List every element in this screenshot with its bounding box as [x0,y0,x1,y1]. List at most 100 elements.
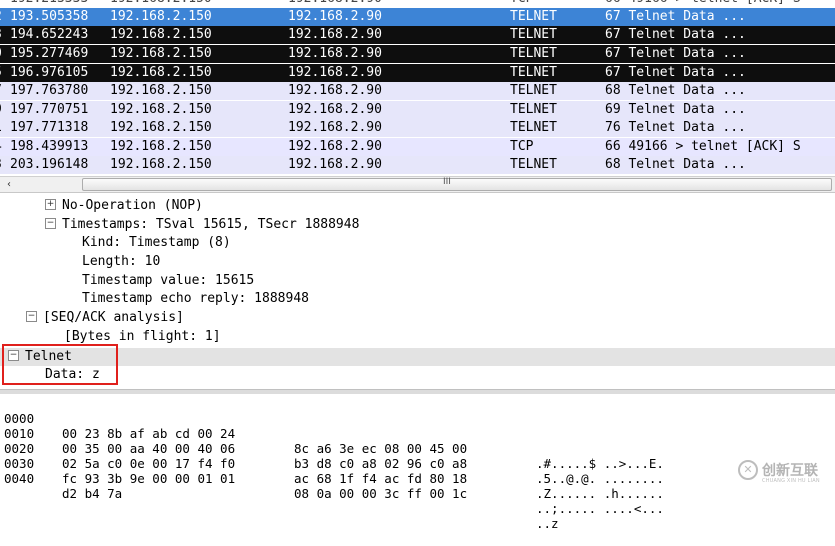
collapse-minus-icon[interactable]: − [26,311,37,322]
packet-protocol: TELNET [510,120,557,135]
packet-protocol: TELNET [510,157,557,172]
hex-bytes: 8c a6 3e ec 08 00 45 00 [294,441,468,456]
packet-list[interactable]: 192.213333 192.168.2.150 192.168.2.90 TC… [0,0,835,176]
scroll-grip-icon: III [443,177,451,187]
packet-source: 192.168.2.150 [110,27,212,42]
packet-time: 197.771318 [10,120,89,135]
packet-number: 9 [0,101,8,119]
annotation-highlight-box [2,344,118,385]
watermark-subtext: CHUANG XIN HU LIAN [762,478,820,484]
expand-plus-icon[interactable]: + [45,199,56,210]
packet-info: 67 Telnet Data ... [605,9,746,24]
packet-number: 1 [0,119,8,137]
tree-item-ts-echo[interactable]: Timestamp echo reply: 1888948 [82,290,309,308]
telnet-tree-row[interactable]: − Telnet [0,348,835,366]
hex-ascii: .Z...... .h...... [536,486,664,501]
watermark-logo: ✕ 创新互联 CHUANG XIN HU LIAN [738,458,832,488]
packet-destination: 192.168.2.90 [288,120,382,135]
tree-item-ts-value[interactable]: Timestamp value: 15615 [82,272,254,290]
packet-source: 192.168.2.150 [110,0,212,8]
scroll-thumb[interactable]: III [82,177,832,191]
packet-row[interactable]: 7 197.763780 192.168.2.150 192.168.2.90 … [0,82,835,100]
packet-protocol: TELNET [510,65,557,80]
packet-row-partial[interactable]: 192.213333 192.168.2.150 192.168.2.90 TC… [0,0,835,8]
packet-time: 192.213333 [10,0,88,8]
packet-protocol: TELNET [510,27,557,42]
tree-item-label: Timestamp value: 15615 [82,273,255,288]
packet-source: 192.168.2.150 [110,46,212,61]
packet-source: 192.168.2.150 [110,83,212,98]
packet-info: 68 Telnet Data ... [605,157,746,172]
hex-bytes: 02 5a c0 0e 00 17 f4 f0 [62,456,236,471]
hex-ascii: ..;..... ....<... [536,501,664,516]
hex-bytes: fc 93 3b 9e 00 00 01 01 [62,471,236,486]
packet-source: 192.168.2.150 [110,102,212,117]
packet-number: 7 [0,82,8,100]
packet-info: 69 Telnet Data ... [605,102,746,117]
hex-line: 0010 00 35 00 aa 40 00 40 06 b3 d8 c0 a8… [4,411,664,486]
packet-number: 0 [0,45,8,63]
packet-protocol: TELNET [510,46,557,61]
hex-bytes: 00 23 8b af ab cd 00 24 [62,426,236,441]
tree-item-label: Timestamp echo reply: 1888948 [82,291,309,306]
packet-time: 198.439913 [10,139,89,154]
packet-destination: 192.168.2.90 [288,9,382,24]
packet-time: 194.652243 [10,27,89,42]
pane-divider[interactable] [0,389,835,394]
hex-bytes: 08 0a 00 00 3c ff 00 1c [294,486,468,501]
packet-protocol: TCP [510,139,534,154]
packet-time: 197.770751 [10,102,89,117]
packet-row-selected[interactable]: 2 193.505358 192.168.2.150 192.168.2.90 … [0,8,835,26]
hex-bytes: b3 d8 c0 a8 02 96 c0 a8 [294,456,468,471]
tree-item-label: [SEQ/ACK analysis] [43,310,184,325]
hex-bytes: ac 68 1f f4 ac fd 80 18 [294,471,468,486]
horizontal-scrollbar[interactable]: ‹ III [0,176,835,193]
watermark-text: 创新互联 [762,463,818,479]
hex-ascii: ..z [536,516,559,531]
tree-item-label: No-Operation (NOP) [62,198,203,213]
packet-number: 5 [0,64,8,82]
packet-info: 66 49166 > telnet [ACK] S [605,0,801,8]
scroll-left-arrow-icon[interactable]: ‹ [2,177,16,192]
packet-time: 203.196148 [10,157,89,172]
hex-line: 0000 00 23 8b af ab cd 00 24 8c a6 3e ec… [4,396,664,471]
packet-protocol: TELNET [510,9,557,24]
packet-info: 67 Telnet Data ... [605,46,746,61]
packet-destination: 192.168.2.90 [288,65,382,80]
packet-source: 192.168.2.150 [110,157,212,172]
packet-destination: 192.168.2.90 [288,83,382,98]
tree-item-seq-ack[interactable]: − [SEQ/ACK analysis] [26,309,184,327]
tree-item-label: Timestamps: TSval 15615, TSecr 1888948 [62,217,360,232]
hex-line: 0020 02 5a c0 0e 00 17 f4 f0 ac 68 1f f4… [4,426,664,501]
packet-row[interactable]: 5 196.976105 192.168.2.150 192.168.2.90 … [0,64,835,82]
packet-time: 196.976105 [10,65,89,80]
packet-source: 192.168.2.150 [110,139,212,154]
tree-item-label: Kind: Timestamp (8) [82,235,231,250]
packet-row[interactable]: 4 198.439913 192.168.2.150 192.168.2.90 … [0,138,835,156]
packet-row[interactable]: 3 203.196148 192.168.2.150 192.168.2.90 … [0,156,835,174]
packet-destination: 192.168.2.90 [288,157,382,172]
collapse-minus-icon[interactable]: − [45,218,56,229]
hex-ascii: .5..@.@. ........ [536,471,664,486]
packet-protocol: TELNET [510,83,557,98]
hex-dump-pane[interactable]: 0000 00 23 8b af ab cd 00 24 8c a6 3e ec… [0,395,835,531]
tree-item-timestamps[interactable]: − Timestamps: TSval 15615, TSecr 1888948 [45,216,359,234]
packet-destination: 192.168.2.90 [288,139,382,154]
brand-logo-icon: ✕ [738,460,758,480]
packet-source: 192.168.2.150 [110,120,212,135]
packet-source: 192.168.2.150 [110,65,212,80]
packet-row[interactable]: 0 195.277469 192.168.2.150 192.168.2.90 … [0,45,835,63]
packet-destination: 192.168.2.90 [288,0,382,8]
tree-item-length[interactable]: Length: 10 [82,253,160,271]
packet-info: 66 49166 > telnet [ACK] S [605,139,801,154]
packet-row[interactable]: 3 194.652243 192.168.2.150 192.168.2.90 … [0,26,835,44]
tree-item-kind[interactable]: Kind: Timestamp (8) [82,234,231,252]
hex-bytes: d2 b4 7a [62,486,123,501]
packet-info: 68 Telnet Data ... [605,83,746,98]
packet-destination: 192.168.2.90 [288,102,382,117]
packet-row[interactable]: 9 197.770751 192.168.2.150 192.168.2.90 … [0,101,835,119]
packet-number: 2 [0,8,8,26]
tree-item-nop[interactable]: + No-Operation (NOP) [45,197,203,215]
hex-ascii: .#.....$ ..>...E. [536,456,664,471]
packet-row[interactable]: 1 197.771318 192.168.2.150 192.168.2.90 … [0,119,835,137]
